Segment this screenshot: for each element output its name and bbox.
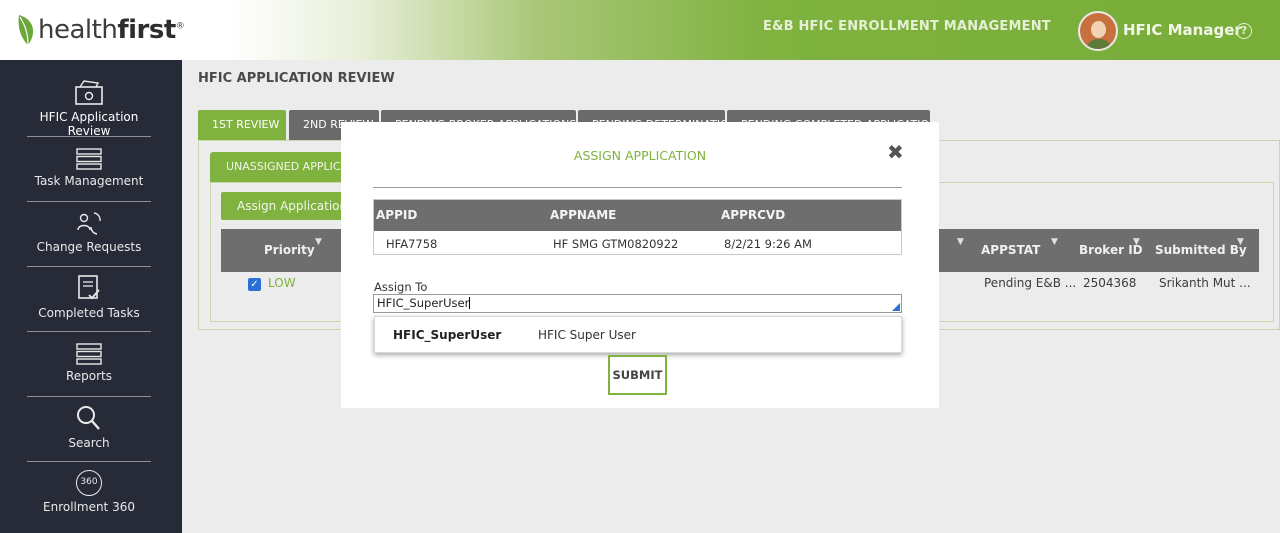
sidebar-item-reports[interactable]: Reports — [27, 343, 151, 383]
sidebar-item-label: Enrollment 360 — [43, 500, 135, 514]
app-title: E&B HFIC ENROLLMENT MANAGEMENT — [763, 19, 1051, 34]
sidebar-item-label: Change Requests — [36, 240, 142, 254]
sidebar-item-task-management[interactable]: Task Management — [27, 148, 151, 188]
assign-to-dropdown: HFIC_SuperUser HFIC Super User — [374, 316, 902, 353]
change-requests-icon — [77, 212, 101, 235]
avatar[interactable] — [1078, 11, 1118, 51]
cell-appid: HFA7758 — [386, 237, 438, 251]
column-header-apprcvd: APPRCVD — [721, 208, 786, 222]
search-icon — [77, 406, 100, 430]
sidebar-divider — [27, 201, 151, 202]
dropdown-option[interactable]: HFIC_SuperUser HFIC Super User — [375, 317, 901, 352]
logo-registered-mark: ® — [175, 21, 185, 32]
sidebar-item-hfic-application-review[interactable]: HFIC Application Review — [27, 80, 151, 138]
sidebar-item-enrollment-360[interactable]: 360 Enrollment 360 — [27, 470, 151, 514]
application-table: APPID APPNAME APPRCVD HFA7758 HF SMG GTM… — [373, 199, 902, 255]
sidebar-item-label: Task Management — [34, 174, 144, 188]
sidebar-divider — [27, 266, 151, 267]
assign-application-modal: ASSIGN APPLICATION ✖ APPID APPNAME APPRC… — [341, 122, 939, 408]
dropdown-arrow-icon[interactable] — [892, 303, 900, 311]
logo-text-light: health — [38, 15, 118, 45]
sidebar-item-label: HFIC Application Review — [39, 110, 139, 138]
column-header-appid: APPID — [376, 208, 418, 222]
sidebar: HFIC Application Review Task Management … — [0, 60, 182, 533]
server-stack-icon — [76, 343, 102, 365]
server-stack-icon — [76, 148, 102, 170]
column-header-appname: APPNAME — [550, 208, 617, 222]
sidebar-divider — [27, 331, 151, 332]
assign-to-label: Assign To — [374, 280, 428, 294]
assign-to-value: HFIC_SuperUser — [377, 296, 470, 310]
sidebar-item-label: Completed Tasks — [38, 306, 140, 320]
sidebar-divider — [27, 461, 151, 462]
submit-button[interactable]: SUBMIT — [608, 355, 667, 395]
logo-text-bold: first — [117, 15, 176, 45]
app-header: healthfirst® E&B HFIC ENROLLMENT MANAGEM… — [0, 0, 1280, 60]
user-name[interactable]: HFIC Manager — [1123, 21, 1242, 39]
sidebar-item-label: Reports — [65, 369, 113, 383]
sidebar-item-change-requests[interactable]: Change Requests — [27, 210, 151, 254]
dropdown-option-user-id: HFIC_SuperUser — [393, 328, 502, 342]
enrollment-360-icon: 360 — [76, 470, 102, 496]
sidebar-item-label: Search — [68, 436, 110, 450]
dropdown-option-user-name: HFIC Super User — [538, 328, 636, 342]
sidebar-divider — [27, 396, 151, 397]
leaf-icon — [18, 15, 34, 46]
application-table-header: APPID APPNAME APPRCVD — [374, 200, 901, 231]
cell-apprcvd: 8/2/21 9:26 AM — [724, 237, 812, 251]
sidebar-item-search[interactable]: Search — [27, 404, 151, 450]
modal-title: ASSIGN APPLICATION — [573, 148, 707, 163]
cell-appname: HF SMG GTM0820922 — [553, 237, 679, 251]
help-icon[interactable]: ? — [1236, 23, 1252, 39]
assign-to-combobox[interactable]: HFIC_SuperUser — [373, 294, 902, 313]
sidebar-item-completed-tasks[interactable]: Completed Tasks — [27, 274, 151, 320]
sidebar-divider — [27, 136, 151, 137]
application-review-icon — [75, 80, 103, 105]
healthfirst-logo[interactable]: healthfirst® — [16, 12, 185, 48]
clipboard-check-icon — [78, 275, 100, 300]
close-icon[interactable]: ✖ — [887, 142, 904, 162]
modal-divider — [373, 187, 902, 188]
